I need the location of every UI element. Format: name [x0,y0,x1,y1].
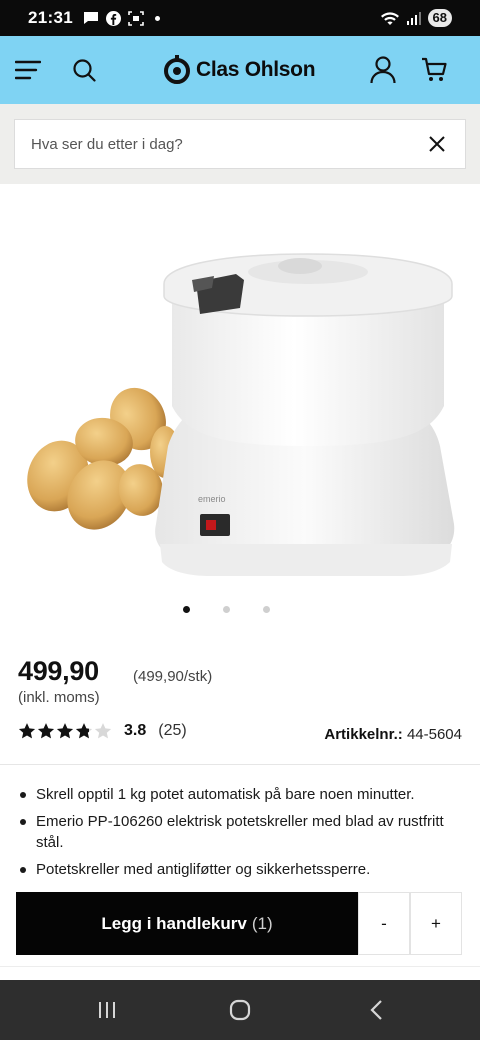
system-icons: 68 [380,9,452,27]
potatoes-illustration [27,387,180,530]
signal-icon [406,12,421,25]
image-carousel-indicator [0,604,480,616]
carousel-dot-2[interactable] [223,606,230,613]
list-item: Potetskreller med antigliføtter og sikke… [18,859,458,880]
star-filled-icon [56,723,74,739]
search-input[interactable]: Hva ser du etter i dag? [14,119,466,169]
product-price: 499,90 [18,656,99,686]
home-button[interactable] [210,980,270,1040]
back-button[interactable] [346,980,406,1040]
account-button[interactable] [361,36,405,104]
increase-quantity-button[interactable]: + [410,892,462,955]
cart-quantity: (1) [251,913,273,933]
add-to-cart-label: Legg i handlekurv [101,913,247,933]
hamburger-menu-icon [15,60,41,80]
wifi-icon [380,11,399,25]
menu-button[interactable] [6,36,50,104]
list-item: Skrell opptil 1 kg potet automatisk på b… [18,784,458,805]
brand-imprint: emerio [198,494,226,504]
user-icon [370,56,396,84]
carousel-dot-3[interactable] [263,606,270,613]
system-navigation-bar [0,980,480,1040]
product-highlights: Skrell opptil 1 kg potet automatisk på b… [18,784,458,886]
potato-peeler-illustration: emerio [155,253,455,576]
clear-search-button[interactable] [425,132,449,156]
divider [0,966,480,967]
vat-note: (inkl. moms) [18,689,100,706]
article-number-value: 44-5604 [406,726,462,743]
logo-mark-icon [164,55,190,84]
unit-price: (499,90/stk) [133,668,213,685]
article-number: Artikkelnr.: 44-5604 [324,726,462,743]
star-filled-icon [18,723,36,739]
clas-ohlson-logo[interactable]: Clas Ohlson [164,54,316,86]
divider [0,764,480,765]
facebook-icon [105,10,121,26]
product-rating[interactable]: 3.8 (25) [18,720,187,742]
status-time: 21:31 [28,8,73,27]
rating-stars [18,722,112,740]
cart-button[interactable] [412,36,456,104]
search-placeholder: Hva ser du etter i dag? [31,135,183,153]
add-to-cart-button[interactable]: Legg i handlekurv (1) [16,892,358,955]
app-header: Clas Ohlson [0,36,480,104]
notification-icons [83,10,160,26]
star-partial-icon [75,723,93,739]
star-filled-icon [37,723,55,739]
list-item: Emerio PP-106260 elektrisk potetskreller… [18,811,458,853]
rating-value: 3.8 [124,722,147,739]
article-number-label: Artikkelnr.: [324,726,403,743]
recent-apps-icon [99,1002,115,1018]
carousel-dot-1[interactable] [183,606,190,613]
search-button[interactable] [62,36,106,104]
screenshot-icon [128,10,144,26]
chat-icon [83,12,98,24]
product-image[interactable]: emerio [0,184,480,594]
review-count[interactable]: (25) [158,722,186,740]
more-notifications-icon [154,15,160,21]
shopping-cart-icon [422,57,447,81]
logo-text: Clas Ohlson [196,58,316,81]
back-icon [370,1000,382,1020]
battery-indicator: 68 [427,9,452,27]
decrease-quantity-button[interactable]: - [358,892,410,955]
close-icon [429,136,445,152]
home-icon [229,999,251,1021]
search-area: Hva ser du etter i dag? [0,104,480,184]
status-bar: 21:31 68 [0,0,480,36]
recent-apps-button[interactable] [77,980,137,1040]
search-icon [73,59,96,82]
star-empty-icon [94,723,112,739]
